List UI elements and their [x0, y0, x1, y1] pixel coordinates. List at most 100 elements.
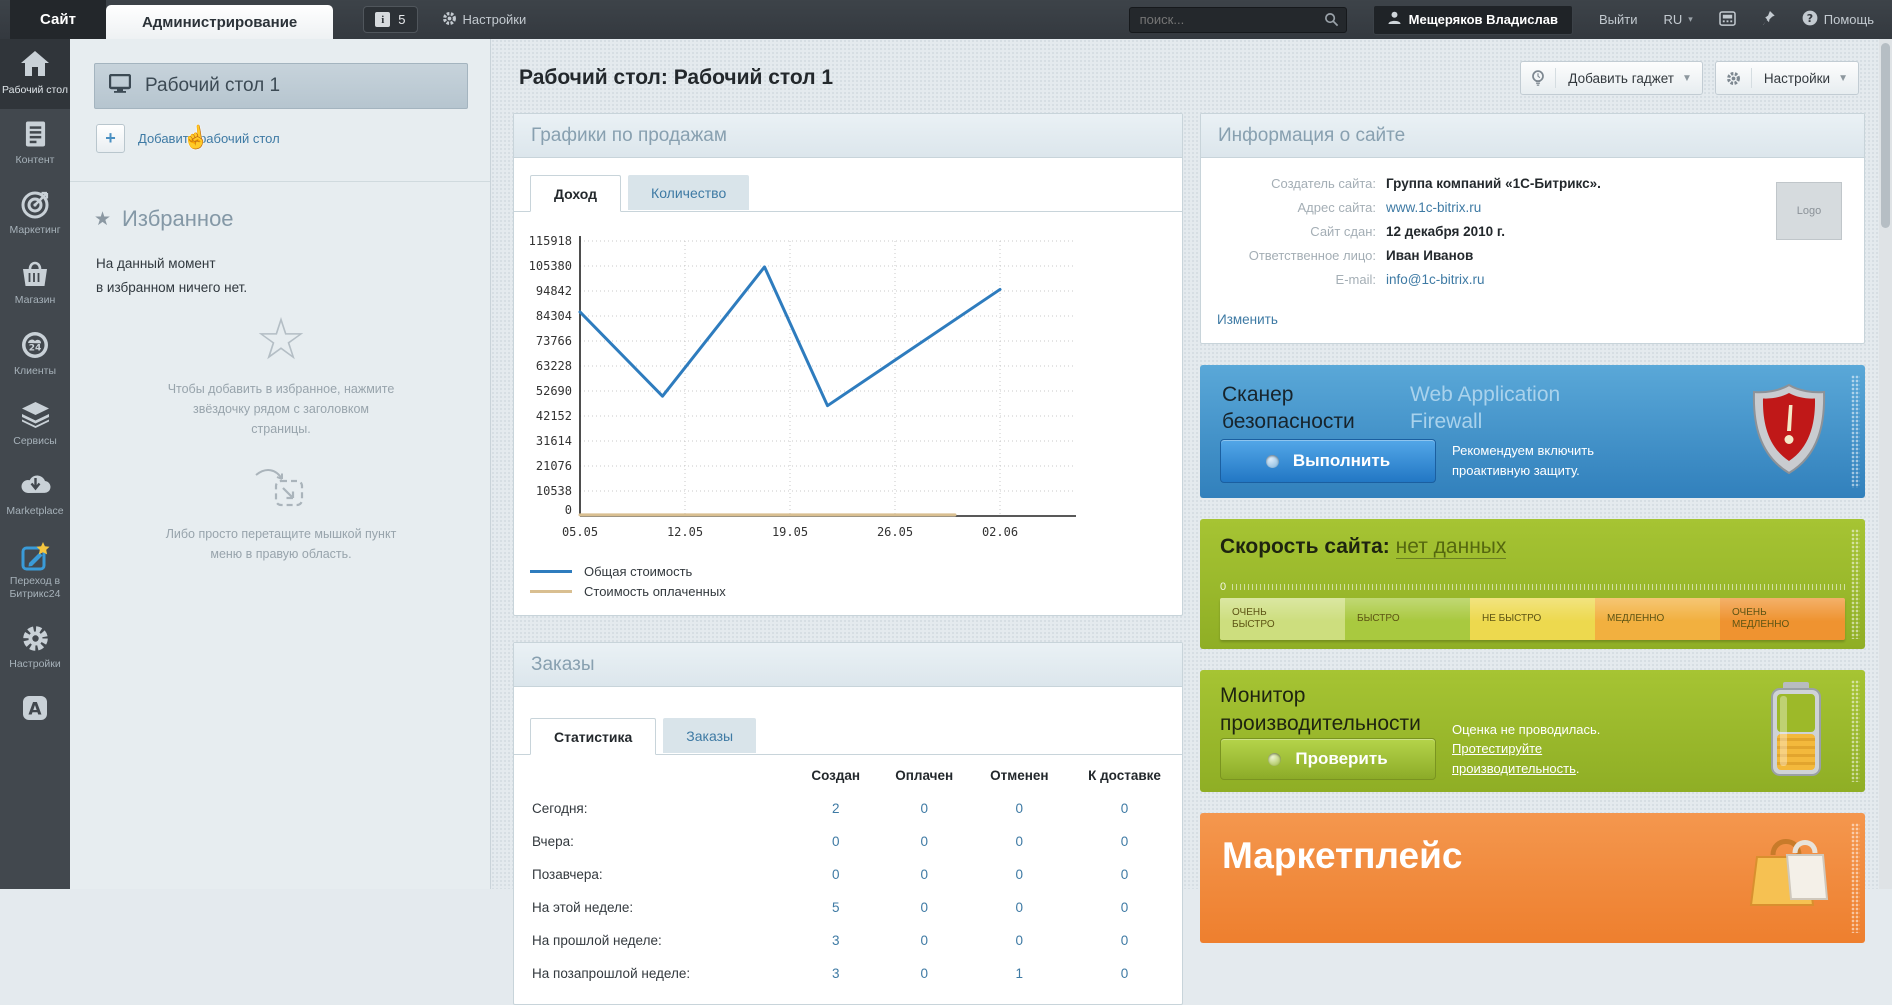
order-count-link[interactable]: 5 — [795, 891, 877, 924]
order-count-link[interactable]: 0 — [877, 891, 972, 924]
sidebar-item-marketing[interactable]: Маркетинг — [0, 179, 70, 249]
scanner-run-button[interactable]: Выполнить — [1220, 439, 1436, 483]
performance-test-link[interactable]: Протестируйте — [1452, 741, 1542, 756]
site-info-value[interactable]: www.1c-bitrix.ru — [1386, 200, 1481, 215]
sidebar-item-label: Магазин — [15, 294, 56, 306]
order-count-link[interactable]: 2 — [795, 792, 877, 825]
tab-income[interactable]: Доход — [530, 175, 621, 212]
sidebar-item-services[interactable]: Сервисы — [0, 390, 70, 460]
performance-test-link2[interactable]: производительность — [1452, 761, 1576, 776]
orders-table: СозданОплаченОтмененК доставке Сегодня:2… — [514, 759, 1182, 990]
legend-line-swatch — [530, 590, 572, 593]
speed-segment: БЫСТРО — [1345, 598, 1470, 640]
order-count-link[interactable]: 0 — [877, 792, 972, 825]
order-count-link[interactable]: 0 — [877, 957, 972, 990]
sidebar-item-marketplace[interactable]: Marketplace — [0, 460, 70, 530]
order-count-link[interactable]: 0 — [1067, 792, 1182, 825]
language-selector[interactable]: RU▾ — [1663, 12, 1692, 27]
order-count-link[interactable]: 1 — [972, 957, 1067, 990]
marketplace-title: Маркетплейс — [1222, 835, 1462, 877]
orders-widget-header[interactable]: Заказы — [514, 643, 1182, 687]
add-gadget-button[interactable]: Добавить гаджет ▼ — [1520, 61, 1703, 95]
order-count-link[interactable]: 0 — [1067, 825, 1182, 858]
scanner-note: Рекомендуем включить проактивную защиту. — [1452, 441, 1594, 480]
site-info-row: E-mail:info@1c-bitrix.ru — [1201, 272, 1762, 287]
chevron-down-icon: ▾ — [1688, 14, 1693, 25]
security-scanner-banner[interactable]: Сканер безопасности Web Application Fire… — [1200, 365, 1865, 498]
pin-button[interactable] — [1762, 10, 1776, 29]
speed-segment: МЕДЛЕННО — [1595, 598, 1720, 640]
svg-text:21076: 21076 — [536, 459, 572, 473]
banner-perforation — [1851, 529, 1860, 639]
site-logo-placeholder: Logo — [1776, 182, 1842, 240]
orders-table-row: Позавчера:0000 — [514, 858, 1182, 891]
site-info-value: 12 декабря 2010 г. — [1386, 224, 1505, 239]
sidebar-item-home[interactable]: Рабочий стол — [0, 39, 70, 109]
help-button[interactable]: ? Помощь — [1802, 10, 1874, 29]
svg-text:10538: 10538 — [536, 484, 572, 498]
order-count-link[interactable]: 0 — [1067, 924, 1182, 957]
sidebar-item-gear[interactable]: Настройки — [0, 613, 70, 683]
tab-site[interactable]: Сайт — [10, 0, 106, 39]
speed-title: Скорость сайта: нет данных — [1220, 535, 1845, 559]
site-info-value[interactable]: info@1c-bitrix.ru — [1386, 272, 1484, 287]
speed-value-link[interactable]: нет данных — [1396, 535, 1507, 559]
order-count-link[interactable]: 0 — [877, 825, 972, 858]
order-count-link[interactable]: 0 — [1067, 891, 1182, 924]
tab-orders[interactable]: Заказы — [663, 718, 756, 753]
site-info-edit-link[interactable]: Изменить — [1217, 312, 1278, 327]
tab-quantity[interactable]: Количество — [628, 175, 749, 210]
page-title: Рабочий стол: Рабочий стол 1 — [519, 66, 1508, 90]
tab-administration[interactable]: Администрирование — [106, 5, 333, 39]
sidebar-item-content[interactable]: Контент — [0, 109, 70, 179]
order-count-link[interactable]: 0 — [972, 792, 1067, 825]
topbar-settings-button[interactable]: Настройки — [442, 11, 527, 29]
user-menu-button[interactable]: Мещеряков Владислав — [1373, 5, 1573, 35]
monitor-title: Монитор производительности — [1220, 682, 1421, 739]
letter-a-icon: A — [2, 694, 68, 724]
vertical-scrollbar[interactable] — [1879, 39, 1892, 889]
help-icon: ? — [1802, 10, 1818, 29]
scrollbar-thumb[interactable] — [1881, 43, 1890, 228]
hotkeys-button[interactable] — [1719, 11, 1736, 29]
sales-widget-header[interactable]: Графики по продажам — [514, 114, 1182, 158]
search-icon[interactable] — [1324, 12, 1339, 32]
orders-row-label: Вчера: — [514, 825, 795, 858]
order-count-link[interactable]: 0 — [972, 825, 1067, 858]
tab-statistics[interactable]: Статистика — [530, 718, 656, 755]
favorites-empty-text: На данный момент в избранном ничего нет. — [96, 252, 468, 299]
sidebar-item-letter-a[interactable]: A — [0, 683, 70, 740]
order-count-link[interactable]: 0 — [795, 858, 877, 891]
orders-row-label: На позапрошлой неделе: — [514, 957, 795, 990]
marketplace-banner[interactable]: Маркетплейс — [1200, 813, 1865, 943]
sidebar-item-bitrix24[interactable]: Переход в Битрикс24 — [0, 530, 70, 613]
search-input[interactable] — [1129, 7, 1347, 33]
sidebar-item-shop[interactable]: Магазин — [0, 249, 70, 319]
order-count-link[interactable]: 0 — [972, 858, 1067, 891]
site-speed-banner[interactable]: Скорость сайта: нет данных 0 ОЧЕНЬ БЫСТР… — [1200, 519, 1865, 649]
svg-text:94842: 94842 — [536, 284, 572, 298]
sidebar-item-clients24[interactable]: 24Клиенты — [0, 320, 70, 390]
order-count-link[interactable]: 0 — [795, 825, 877, 858]
plus-icon[interactable]: + — [96, 124, 125, 153]
order-count-link[interactable]: 3 — [795, 957, 877, 990]
site-info-rows: Создатель сайта:Группа компаний «1С-Битр… — [1201, 176, 1762, 296]
svg-text:24: 24 — [29, 343, 42, 353]
order-count-link[interactable]: 0 — [972, 891, 1067, 924]
banner-perforation — [1851, 375, 1860, 488]
order-count-link[interactable]: 0 — [1067, 858, 1182, 891]
order-count-link[interactable]: 0 — [877, 858, 972, 891]
order-count-link[interactable]: 0 — [972, 924, 1067, 957]
order-count-link[interactable]: 3 — [795, 924, 877, 957]
desktop-settings-button[interactable]: Настройки ▼ — [1715, 61, 1859, 95]
keyboard-icon — [1719, 11, 1736, 29]
order-count-link[interactable]: 0 — [1067, 957, 1182, 990]
logout-link[interactable]: Выйти — [1599, 12, 1638, 27]
site-info-header[interactable]: Информация о сайте — [1201, 114, 1864, 158]
monitor-check-button[interactable]: Проверить — [1220, 738, 1436, 780]
add-desktop-row[interactable]: + Добавить рабочий стол — [96, 124, 468, 153]
performance-monitor-banner[interactable]: Монитор производительности Проверить Оце… — [1200, 670, 1865, 792]
order-count-link[interactable]: 0 — [877, 924, 972, 957]
desktop-item[interactable]: Рабочий стол 1 — [94, 63, 468, 109]
notifications-button[interactable]: i 5 — [363, 6, 417, 33]
